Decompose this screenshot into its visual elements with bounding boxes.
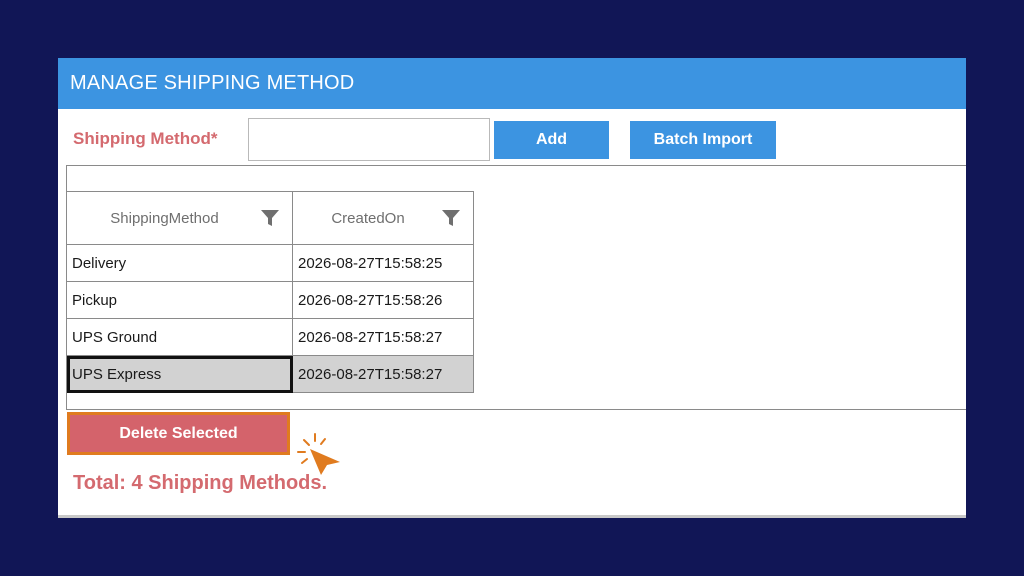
window-bottom-edge [58,515,966,518]
cell-shipping-method[interactable]: UPS Ground [66,318,293,356]
add-button[interactable]: Add [494,121,609,159]
pointer-cursor-icon [297,433,340,475]
cell-created-on[interactable]: 2026-08-27T15:58:27 [292,355,474,393]
shipping-method-input[interactable] [248,118,490,161]
column-header-createdon[interactable]: CreatedOn [292,191,474,245]
table-row[interactable]: UPS Ground 2026-08-27T15:58:27 [66,318,474,356]
shipping-methods-table: ShippingMethod CreatedOn Delivery 2026-0… [66,191,474,393]
manage-shipping-window: MANAGE SHIPPING METHOD Shipping Method* … [58,58,966,518]
shipping-method-label: Shipping Method* [73,129,218,148]
filter-icon[interactable] [260,208,280,228]
cell-shipping-method[interactable]: UPS Express [66,355,293,393]
table-row-selected[interactable]: UPS Express 2026-08-27T15:58:27 [66,355,474,393]
column-header-label: CreatedOn [331,209,405,227]
cell-created-on[interactable]: 2026-08-27T15:58:25 [292,244,474,282]
window-title: MANAGE SHIPPING METHOD [70,72,355,94]
cell-created-on[interactable]: 2026-08-27T15:58:27 [292,318,474,356]
shipping-methods-grid: ShippingMethod CreatedOn Delivery 2026-0… [66,165,966,410]
table-row[interactable]: Pickup 2026-08-27T15:58:26 [66,281,474,319]
column-header-shippingmethod[interactable]: ShippingMethod [66,191,293,245]
cell-created-on[interactable]: 2026-08-27T15:58:26 [292,281,474,319]
filter-icon[interactable] [441,208,461,228]
add-method-form: Shipping Method* Add Batch Import [58,118,966,162]
cell-shipping-method[interactable]: Delivery [66,244,293,282]
total-count: Total: 4 Shipping Methods. [73,472,328,494]
cell-shipping-method[interactable]: Pickup [66,281,293,319]
column-header-label: ShippingMethod [110,209,219,227]
table-row[interactable]: Delivery 2026-08-27T15:58:25 [66,244,474,282]
delete-selected-button[interactable]: Delete Selected [70,415,287,452]
delete-button-highlight: Delete Selected [67,412,290,455]
batch-import-button[interactable]: Batch Import [630,121,776,159]
title-bar: MANAGE SHIPPING METHOD [58,58,966,109]
